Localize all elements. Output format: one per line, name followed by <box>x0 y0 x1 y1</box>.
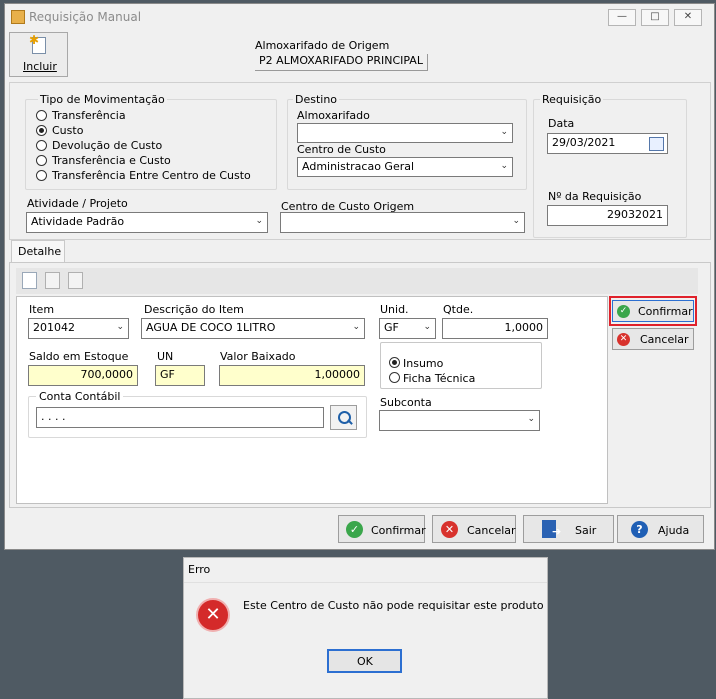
ajuda-button[interactable]: ? Ajuda <box>617 515 704 543</box>
close-button[interactable]: ✕ <box>674 9 702 26</box>
minimize-button[interactable]: — <box>608 9 636 26</box>
saldo-label: Saldo em Estoque <box>29 350 129 363</box>
radio-devolucao[interactable] <box>36 140 47 151</box>
chevron-down-icon: ⌄ <box>512 216 520 226</box>
requisicao-label: Requisição <box>540 93 604 106</box>
saldo-input: 700,0000 <box>28 365 138 386</box>
un-input: GF <box>155 365 205 386</box>
star-icon: ✱ <box>29 33 40 47</box>
title-bar: Requisição Manual — □ ✕ <box>5 4 714 31</box>
chevron-down-icon: ⌄ <box>352 322 360 332</box>
cc-origem-select[interactable]: ⌄ <box>280 212 525 233</box>
error-dialog: Erro ✕ Este Centro de Custo não pode req… <box>183 557 548 699</box>
conta-label: Conta Contábil <box>36 390 124 403</box>
qtde-label: Qtde. <box>443 303 474 316</box>
ok-button[interactable]: OK <box>327 649 402 673</box>
subconta-select[interactable]: ⌄ <box>379 410 540 431</box>
dialog-title: Erro <box>188 563 211 576</box>
num-requisicao-input[interactable]: 29032021 <box>547 205 668 226</box>
check-icon: ✓ <box>346 521 363 538</box>
radio-ficha-tecnica[interactable] <box>389 372 400 383</box>
almoxarifado-select[interactable]: ⌄ <box>297 123 513 143</box>
origem-label: Almoxarifado de Origem <box>255 39 390 52</box>
data-input[interactable]: 29/03/2021 <box>547 133 668 154</box>
item-select[interactable]: 201042 ⌄ <box>28 318 129 339</box>
radio-custo[interactable] <box>36 125 47 136</box>
tab-detalhe[interactable]: Detalhe <box>11 240 65 263</box>
num-requisicao-label: Nº da Requisição <box>548 190 642 203</box>
centro-custo-label: Centro de Custo <box>297 143 386 156</box>
dialog-message: Este Centro de Custo não pode requisitar… <box>243 599 544 612</box>
almoxarifado-label: Almoxarifado <box>297 109 370 122</box>
chevron-down-icon: ⌄ <box>500 127 508 137</box>
data-label: Data <box>548 117 575 130</box>
radio-transferencia-custo[interactable] <box>36 155 47 166</box>
chevron-down-icon: ⌄ <box>255 216 263 226</box>
confirmar-button[interactable]: ✓ Confirmar <box>338 515 426 543</box>
detail-toolbar <box>16 268 698 294</box>
item-cancelar-button[interactable]: ✕ Cancelar <box>612 328 694 350</box>
main-window: Requisição Manual — □ ✕ ✱ Incluir Almoxa… <box>4 3 715 550</box>
error-icon: ✕ <box>196 598 230 632</box>
dialog-titlebar: Erro <box>184 558 547 583</box>
radio-transferencia[interactable] <box>36 110 47 121</box>
cancelar-button[interactable]: ✕ Cancelar <box>432 515 516 543</box>
origem-value: P2 ALMOXARIFADO PRINCIPAL <box>255 54 428 71</box>
qtde-input[interactable]: 1,0000 <box>442 318 548 339</box>
check-icon: ✓ <box>617 305 630 318</box>
tipo-label: Tipo de Movimentação <box>38 93 167 106</box>
add-item-icon[interactable] <box>22 272 37 289</box>
cancel-icon: ✕ <box>617 333 630 346</box>
chevron-down-icon: ⌄ <box>116 322 124 332</box>
valor-input: 1,00000 <box>219 365 365 386</box>
valor-label: Valor Baixado <box>220 350 296 363</box>
descricao-select[interactable]: AGUA DE COCO 1LITRO ⌄ <box>141 318 365 339</box>
app-icon <box>11 10 25 24</box>
descricao-label: Descrição do Item <box>144 303 244 316</box>
cancel-icon: ✕ <box>441 521 458 538</box>
conta-input[interactable]: . . . . <box>36 407 324 428</box>
unid-select[interactable]: GF ⌄ <box>379 318 436 339</box>
search-conta-button[interactable] <box>330 405 357 430</box>
maximize-button[interactable]: □ <box>641 9 669 26</box>
sair-button[interactable]: ➔ Sair <box>523 515 614 543</box>
chevron-down-icon: ⌄ <box>527 414 535 424</box>
radio-insumo[interactable] <box>389 357 400 368</box>
unid-label: Unid. <box>380 303 409 316</box>
help-icon: ? <box>631 521 648 538</box>
un-label: UN <box>157 350 174 363</box>
incluir-button[interactable]: ✱ Incluir <box>9 32 68 77</box>
subconta-label: Subconta <box>380 396 432 409</box>
calendar-icon[interactable] <box>649 137 664 151</box>
item-confirmar-button[interactable]: ✓ Confirmar <box>612 300 694 322</box>
centro-custo-select[interactable]: Administracao Geral ⌄ <box>297 157 513 177</box>
chevron-down-icon: ⌄ <box>500 161 508 171</box>
radio-transferencia-entre-cc[interactable] <box>36 170 47 181</box>
edit-item-icon[interactable] <box>45 272 60 289</box>
delete-item-icon[interactable] <box>68 272 83 289</box>
atividade-select[interactable]: Atividade Padrão ⌄ <box>26 212 268 233</box>
chevron-down-icon: ⌄ <box>423 322 431 332</box>
atividade-label: Atividade / Projeto <box>27 197 128 210</box>
destino-label: Destino <box>293 93 340 106</box>
item-label: Item <box>29 303 55 316</box>
window-title: Requisição Manual <box>29 10 142 24</box>
